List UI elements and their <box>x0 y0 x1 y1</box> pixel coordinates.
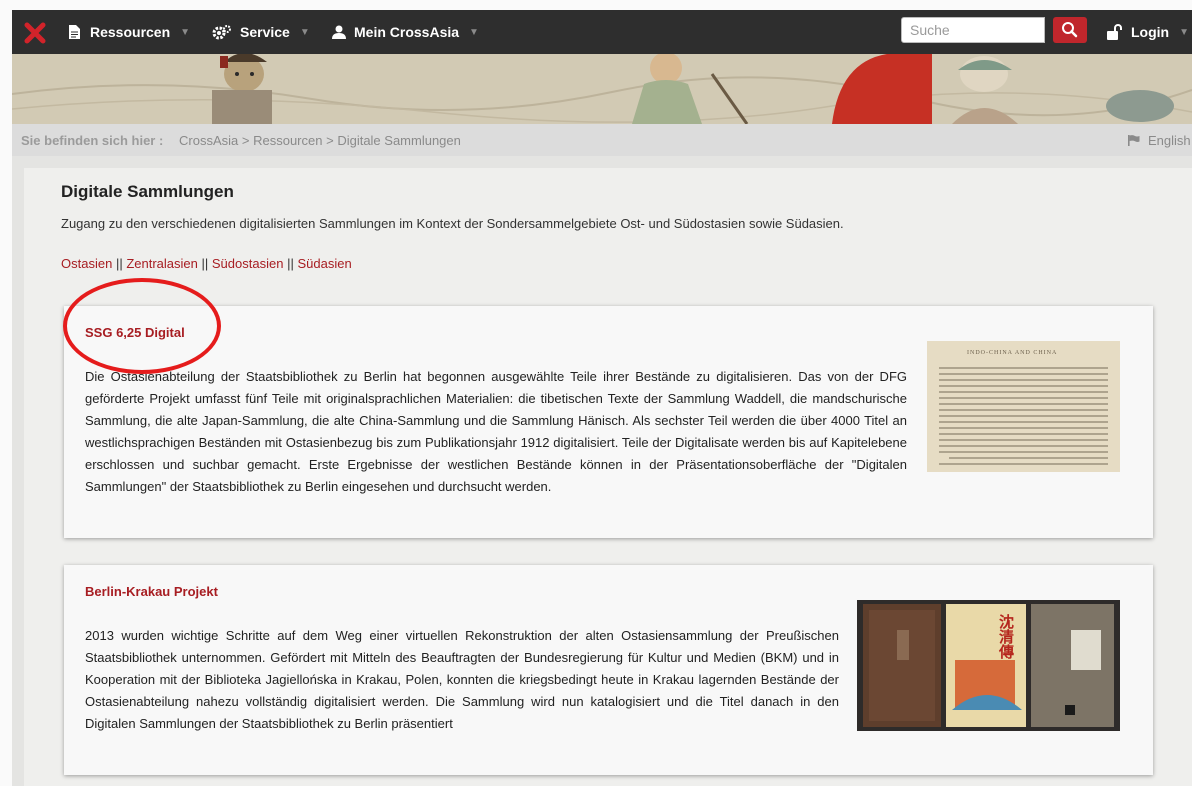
breadcrumb-path: CrossAsia > Ressourcen > Digitale Sammlu… <box>179 133 461 148</box>
collection-card-ssg: SSG 6,25 Digital Die Ostasienabteilung d… <box>64 306 1153 538</box>
breadcrumb-item-digitale-sammlungen: Digitale Sammlungen <box>337 133 461 148</box>
breadcrumb-label: Sie befinden sich hier : <box>21 133 164 148</box>
thumbnail-text-lines <box>939 367 1108 465</box>
page-intro: Zugang zu den verschiedenen digitalisier… <box>61 216 844 231</box>
breadcrumb-separator: > <box>241 133 250 148</box>
banner-artwork <box>12 54 1192 124</box>
chevron-down-icon: ▼ <box>180 26 191 38</box>
chevron-down-icon: ▼ <box>299 26 310 38</box>
window-top-edge <box>0 0 1192 10</box>
search-button[interactable] <box>1053 17 1087 43</box>
region-separator: || <box>201 256 209 271</box>
card-description: Die Ostasienabteilung der Staatsbiblioth… <box>85 369 907 494</box>
page-title: Digitale Sammlungen <box>61 182 234 201</box>
region-separator: || <box>287 256 294 271</box>
nav-menu-mein-crossasia[interactable]: Mein CrossAsia ▼ <box>332 10 479 54</box>
language-label: English <box>1148 133 1191 148</box>
breadcrumb-item-crossasia[interactable]: CrossAsia <box>179 133 238 148</box>
card-description: 2013 wurden wichtige Schritte auf dem We… <box>85 628 839 731</box>
nav-menu-ressourcen[interactable]: Ressourcen ▼ <box>68 10 190 54</box>
breadcrumb-item-ressourcen[interactable]: Ressourcen <box>253 133 322 148</box>
gears-icon <box>212 25 231 40</box>
login-label: Login <box>1131 24 1170 40</box>
breadcrumb: Sie befinden sich hier : CrossAsia > Res… <box>12 124 1192 156</box>
chevron-down-icon: ▼ <box>469 26 479 38</box>
crossasia-logo-icon[interactable] <box>24 22 46 44</box>
region-separator: || <box>115 256 123 271</box>
thumbnail-cover-title: 沈清傳 <box>997 613 1015 659</box>
card-thumbnail-book-covers[interactable]: 沈清傳 <box>857 600 1120 731</box>
chevron-down-icon: ▼ <box>1179 26 1190 38</box>
header-banner-image <box>12 54 1192 124</box>
card-title-link[interactable]: Berlin-Krakau Projekt <box>85 584 218 599</box>
document-icon <box>69 25 80 39</box>
collection-card-berlin-krakau: Berlin-Krakau Projekt 2013 wurden wichti… <box>64 565 1153 775</box>
card-thumbnail-book-page[interactable]: INDO-CHINA AND CHINA <box>927 341 1120 472</box>
nav-label-service: Service <box>240 24 290 40</box>
region-link-list: Ostasien || Zentralasien || Südostasien … <box>61 256 352 271</box>
nav-menu-service[interactable]: Service ▼ <box>212 10 310 54</box>
top-navbar: Ressourcen ▼ Service ▼ Mein CrossAsia ▼ … <box>12 10 1192 54</box>
nav-label-mein-crossasia: Mein CrossAsia <box>354 24 460 40</box>
region-link-suedasien[interactable]: Südasien <box>297 256 351 271</box>
region-link-zentralasien[interactable]: Zentralasien <box>126 256 198 271</box>
breadcrumb-separator: > <box>326 133 334 148</box>
region-link-ostasien[interactable]: Ostasien <box>61 256 112 271</box>
search-icon <box>1062 22 1078 38</box>
user-icon <box>332 25 346 39</box>
unlock-icon <box>1107 24 1122 40</box>
nav-label-ressourcen: Ressourcen <box>90 24 171 40</box>
highlight-annotation-circle <box>63 278 221 374</box>
search-input[interactable] <box>901 17 1045 43</box>
language-switch-english[interactable]: English <box>1128 133 1191 148</box>
flag-icon <box>1128 135 1140 146</box>
window-left-edge <box>0 0 12 786</box>
login-button[interactable]: Login ▼ <box>1106 10 1189 54</box>
region-link-suedostasien[interactable]: Südostasien <box>212 256 284 271</box>
